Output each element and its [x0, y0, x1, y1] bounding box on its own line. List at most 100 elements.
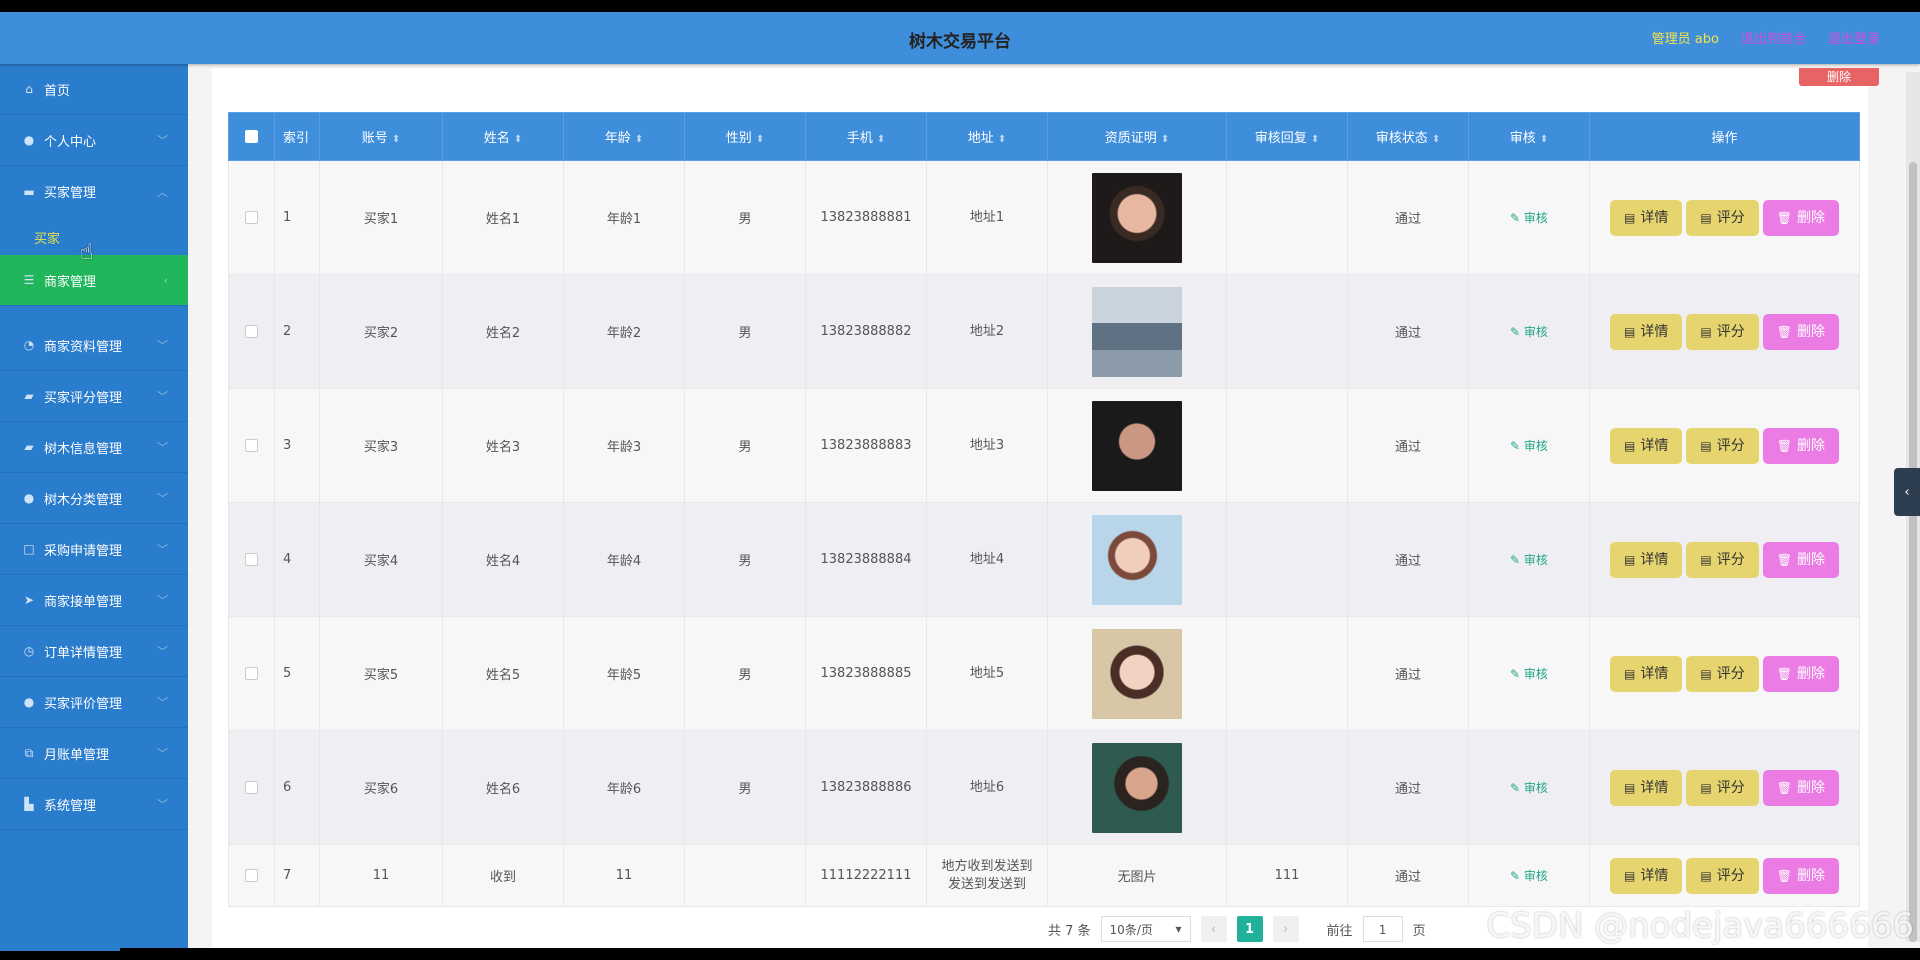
next-page-button[interactable]: ›: [1272, 916, 1299, 942]
sidebar-item-system[interactable]: ▙ 系统管理 ﹀: [0, 779, 188, 830]
qualification-photo[interactable]: [1092, 172, 1182, 263]
sidebar-item-tree-info[interactable]: ▰ 树木信息管理 ﹀: [0, 422, 188, 473]
row-select-cell[interactable]: [228, 502, 275, 617]
audit-link[interactable]: ✎ 审核: [1510, 553, 1548, 567]
row-checkbox[interactable]: [245, 667, 258, 680]
sort-icon[interactable]: ⬍: [1161, 134, 1169, 145]
scrollbar-thumb[interactable]: [1909, 162, 1917, 942]
row-select-cell[interactable]: [228, 616, 275, 731]
detail-button[interactable]: ▤ 详情: [1610, 313, 1683, 350]
sidebar-item-merchant-orders[interactable]: ➤ 商家接单管理 ﹀: [0, 575, 188, 626]
sort-icon[interactable]: ⬍: [1432, 134, 1440, 145]
audit-link[interactable]: ✎ 审核: [1510, 667, 1548, 681]
delete-button[interactable]: 🗑 删除: [1762, 541, 1839, 578]
sidebar-item-buyer-management[interactable]: ▬ 买家管理 ︿: [0, 166, 188, 217]
logout-link[interactable]: 退出登录: [1828, 28, 1880, 47]
table-row[interactable]: 3 买家3 姓名3 年龄3 男 13823888883 地址3 通过 ✎ 审核 ▤ 详情 ▤ 评分 🗑 删除: [228, 388, 1860, 503]
qualification-photo[interactable]: [1092, 286, 1182, 377]
page-number-current[interactable]: 1: [1236, 916, 1263, 942]
select-all-checkbox[interactable]: [245, 130, 258, 143]
rate-button[interactable]: ▤ 评分: [1686, 427, 1759, 464]
table-row[interactable]: 6 买家6 姓名6 年龄6 男 13823888886 地址6 通过 ✎ 审核 ▤ 详情 ▤ 评分 🗑 删除: [228, 730, 1860, 845]
table-row[interactable]: 7 11 收到 11 11112222111 地方收到发送到发送到发送到 无图片 111 通过 ✎…: [228, 844, 1860, 907]
rate-button[interactable]: ▤ 评分: [1686, 541, 1759, 578]
sidebar-item-merchant-profile[interactable]: ◔ 商家资料管理 ﹀: [0, 320, 188, 371]
column-header-address[interactable]: 地址 ⬍: [926, 112, 1048, 161]
sort-icon[interactable]: ⬍: [1311, 134, 1319, 145]
sort-icon[interactable]: ⬍: [998, 134, 1006, 145]
column-header-phone[interactable]: 手机 ⬍: [805, 112, 927, 161]
sidebar-item-monthly-bill[interactable]: ⧉ 月账单管理 ﹀: [0, 728, 188, 779]
sidebar-item-buyer-review[interactable]: ● 买家评价管理 ﹀: [0, 677, 188, 728]
sidebar-item-home[interactable]: ⌂ 首页: [0, 64, 188, 115]
qualification-photo[interactable]: [1092, 400, 1182, 491]
qualification-photo[interactable]: [1092, 514, 1182, 605]
row-checkbox[interactable]: [245, 781, 258, 794]
row-checkbox[interactable]: [245, 553, 258, 566]
row-select-cell[interactable]: [228, 388, 275, 503]
row-select-cell[interactable]: [228, 160, 275, 275]
column-header-qualification[interactable]: 资质证明 ⬍: [1047, 112, 1227, 161]
column-header-audit[interactable]: 审核 ⬍: [1468, 112, 1590, 161]
rate-button[interactable]: ▤ 评分: [1686, 769, 1759, 806]
row-select-cell[interactable]: [228, 730, 275, 845]
qualification-photo[interactable]: [1092, 742, 1182, 833]
detail-button[interactable]: ▤ 详情: [1610, 769, 1683, 806]
audit-link[interactable]: ✎ 审核: [1510, 869, 1548, 883]
row-select-cell[interactable]: [228, 274, 275, 389]
table-row[interactable]: 1 买家1 姓名1 年龄1 男 13823888881 地址1 通过 ✎ 审核 ▤ 详情 ▤ 评分 🗑 删除: [228, 160, 1860, 275]
detail-button[interactable]: ▤ 详情: [1610, 541, 1683, 578]
column-header-name[interactable]: 姓名 ⬍: [442, 112, 564, 161]
column-header-gender[interactable]: 性别 ⬍: [684, 112, 806, 161]
qualification-photo[interactable]: [1092, 628, 1182, 719]
sidebar-item-purchase-request[interactable]: □ 采购申请管理 ﹀: [0, 524, 188, 575]
sidebar-item-merchant-management[interactable]: ☰ 商家管理 ‹: [0, 255, 188, 306]
sort-icon[interactable]: ⬍: [392, 134, 400, 145]
column-header-account[interactable]: 账号 ⬍: [319, 112, 443, 161]
row-select-cell[interactable]: [228, 844, 275, 907]
sidebar-item-personal-center[interactable]: ● 个人中心 ﹀: [0, 115, 188, 166]
column-header-reply[interactable]: 审核回复 ⬍: [1226, 112, 1348, 161]
prev-page-button[interactable]: ‹: [1200, 916, 1227, 942]
sort-icon[interactable]: ⬍: [635, 134, 643, 145]
sort-icon[interactable]: ⬍: [1540, 134, 1548, 145]
collapse-panel-button[interactable]: ‹: [1894, 468, 1920, 516]
sort-icon[interactable]: ⬍: [877, 134, 885, 145]
delete-button[interactable]: 🗑 删除: [1762, 857, 1839, 894]
audit-link[interactable]: ✎ 审核: [1510, 439, 1548, 453]
sort-icon[interactable]: ⬍: [756, 134, 764, 145]
goto-page-input[interactable]: 1: [1362, 916, 1403, 942]
page-size-select[interactable]: 10条/页 ▾: [1100, 916, 1191, 942]
sidebar-subitem-buyer[interactable]: 买家: [0, 217, 188, 247]
audit-link[interactable]: ✎ 审核: [1510, 781, 1548, 795]
sort-icon[interactable]: ⬍: [514, 134, 522, 145]
delete-button[interactable]: 🗑 删除: [1762, 313, 1839, 350]
table-row[interactable]: 4 买家4 姓名4 年龄4 男 13823888884 地址4 通过 ✎ 审核 ▤ 详情 ▤ 评分 🗑 删除: [228, 502, 1860, 617]
sidebar-item-order-details[interactable]: ◷ 订单详情管理 ﹀: [0, 626, 188, 677]
row-checkbox[interactable]: [245, 869, 258, 882]
exit-to-front-link[interactable]: 退出到前台: [1741, 28, 1806, 47]
sidebar-item-tree-category[interactable]: ● 树木分类管理 ﹀: [0, 473, 188, 524]
rate-button[interactable]: ▤ 评分: [1686, 199, 1759, 236]
column-header-age[interactable]: 年龄 ⬍: [563, 112, 685, 161]
audit-link[interactable]: ✎ 审核: [1510, 211, 1548, 225]
rate-button[interactable]: ▤ 评分: [1686, 655, 1759, 692]
delete-button[interactable]: 🗑 删除: [1762, 769, 1839, 806]
rate-button[interactable]: ▤ 评分: [1686, 857, 1759, 894]
row-checkbox[interactable]: [245, 439, 258, 452]
rate-button[interactable]: ▤ 评分: [1686, 313, 1759, 350]
delete-button[interactable]: 🗑 删除: [1762, 655, 1839, 692]
row-checkbox[interactable]: [245, 325, 258, 338]
delete-button[interactable]: 🗑 删除: [1762, 199, 1839, 236]
detail-button[interactable]: ▤ 详情: [1610, 199, 1683, 236]
delete-button[interactable]: 🗑 删除: [1762, 427, 1839, 464]
detail-button[interactable]: ▤ 详情: [1610, 655, 1683, 692]
detail-button[interactable]: ▤ 详情: [1610, 857, 1683, 894]
audit-link[interactable]: ✎ 审核: [1510, 325, 1548, 339]
sidebar-item-buyer-rating[interactable]: ▰ 买家评分管理 ﹀: [0, 371, 188, 422]
select-all-cell[interactable]: [228, 112, 275, 161]
table-row[interactable]: 2 买家2 姓名2 年龄2 男 13823888882 地址2 通过 ✎ 审核 ▤ 详情 ▤ 评分 🗑 删除: [228, 274, 1860, 389]
column-header-status[interactable]: 审核状态 ⬍: [1347, 112, 1469, 161]
row-checkbox[interactable]: [245, 211, 258, 224]
detail-button[interactable]: ▤ 详情: [1610, 427, 1683, 464]
